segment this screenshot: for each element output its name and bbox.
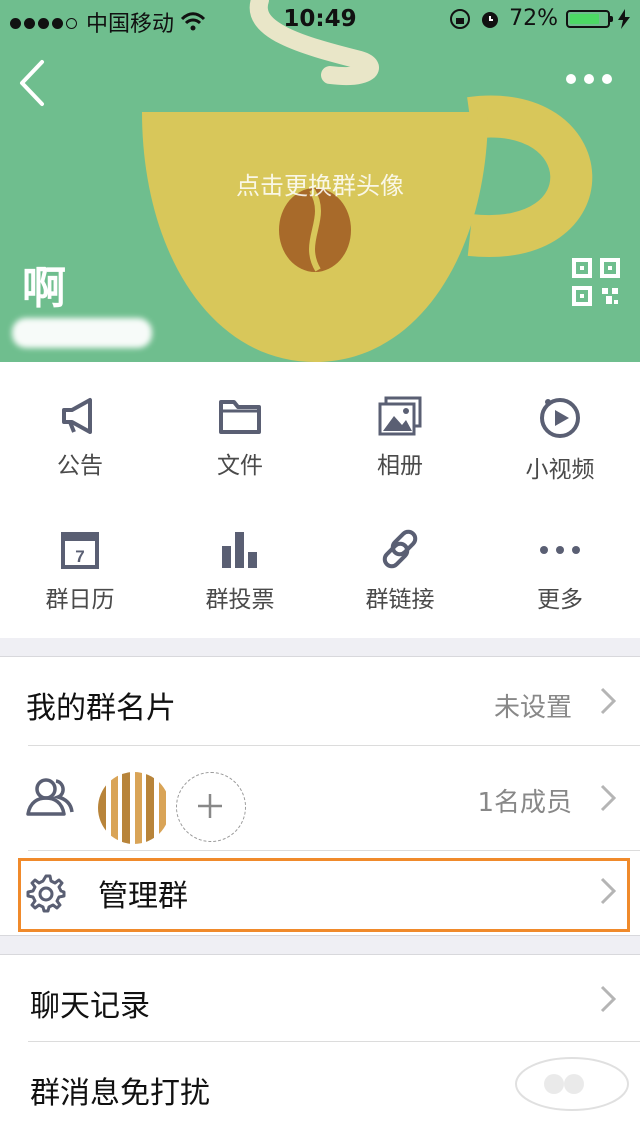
- calendar-icon: 7: [61, 532, 99, 569]
- group-id-redacted: [12, 318, 152, 348]
- battery-icon: [566, 9, 613, 28]
- member-avatar[interactable]: [98, 772, 170, 844]
- baidu-watermark-logo: [515, 1057, 629, 1111]
- svg-text:7: 7: [75, 547, 84, 566]
- more-button[interactable]: 更多: [480, 528, 640, 658]
- group-link-label: 群链接: [365, 587, 435, 613]
- link-icon: [382, 529, 418, 569]
- album-button[interactable]: 相册: [320, 396, 480, 526]
- chevron-right-icon: [600, 687, 616, 715]
- more-dots-icon: [540, 546, 580, 554]
- short-video-label: 小视频: [525, 457, 595, 483]
- back-arrow-icon[interactable]: [16, 58, 46, 108]
- megaphone-icon: [62, 398, 92, 434]
- do-not-disturb-label: 群消息免打扰: [30, 1076, 210, 1111]
- members-icon: [26, 778, 74, 816]
- highlight-box: [18, 858, 630, 932]
- chevron-right-icon: [600, 784, 616, 812]
- my-group-card-row[interactable]: 我的群名片 未设置: [0, 657, 640, 745]
- change-avatar-hint[interactable]: 点击更换群头像: [0, 166, 640, 201]
- album-label: 相册: [377, 453, 423, 479]
- my-group-card-label: 我的群名片: [26, 691, 176, 726]
- announcement-button[interactable]: 公告: [0, 396, 160, 526]
- alarm-icon: [482, 11, 499, 28]
- group-link-button[interactable]: 群链接: [320, 528, 480, 658]
- add-member-button[interactable]: [176, 772, 246, 842]
- group-cover[interactable]: 中国移动 10:49 72% 点击更换群头像 啊: [0, 0, 640, 362]
- member-count: 1名成员: [477, 788, 572, 818]
- more-label: 更多: [537, 587, 583, 613]
- plus-icon: [198, 794, 222, 818]
- my-group-card-value: 未设置: [493, 693, 572, 723]
- status-bar: 中国移动 10:49 72%: [0, 0, 640, 40]
- short-video-button[interactable]: 小视频: [480, 396, 640, 526]
- chat-history-row[interactable]: 聊天记录: [0, 955, 640, 1041]
- chat-history-label: 聊天记录: [30, 989, 150, 1024]
- members-row[interactable]: 1名成员: [0, 746, 640, 850]
- announcement-label: 公告: [57, 453, 103, 479]
- group-vote-button[interactable]: 群投票: [160, 528, 320, 658]
- group-calendar-label: 群日历: [45, 587, 115, 613]
- charging-icon: [618, 8, 630, 29]
- battery-percent: 72%: [509, 6, 558, 31]
- more-options-icon[interactable]: [566, 74, 612, 84]
- video-icon: [540, 398, 580, 438]
- album-icon: [378, 396, 422, 436]
- group-name: 啊: [22, 263, 66, 314]
- group-vote-label: 群投票: [205, 587, 275, 613]
- vote-chart-icon: [222, 532, 257, 568]
- files-label: 文件: [217, 453, 263, 479]
- rotation-lock-icon: [450, 8, 471, 29]
- group-calendar-button[interactable]: 7 群日历: [0, 528, 160, 658]
- function-grid: 公告 文件 相册 小视频 7 群日历 群投票 群链接 更多: [0, 362, 640, 638]
- chevron-right-icon: [600, 985, 616, 1013]
- files-button[interactable]: 文件: [160, 396, 320, 526]
- qr-code-icon[interactable]: [572, 258, 620, 306]
- folder-icon: [219, 400, 261, 434]
